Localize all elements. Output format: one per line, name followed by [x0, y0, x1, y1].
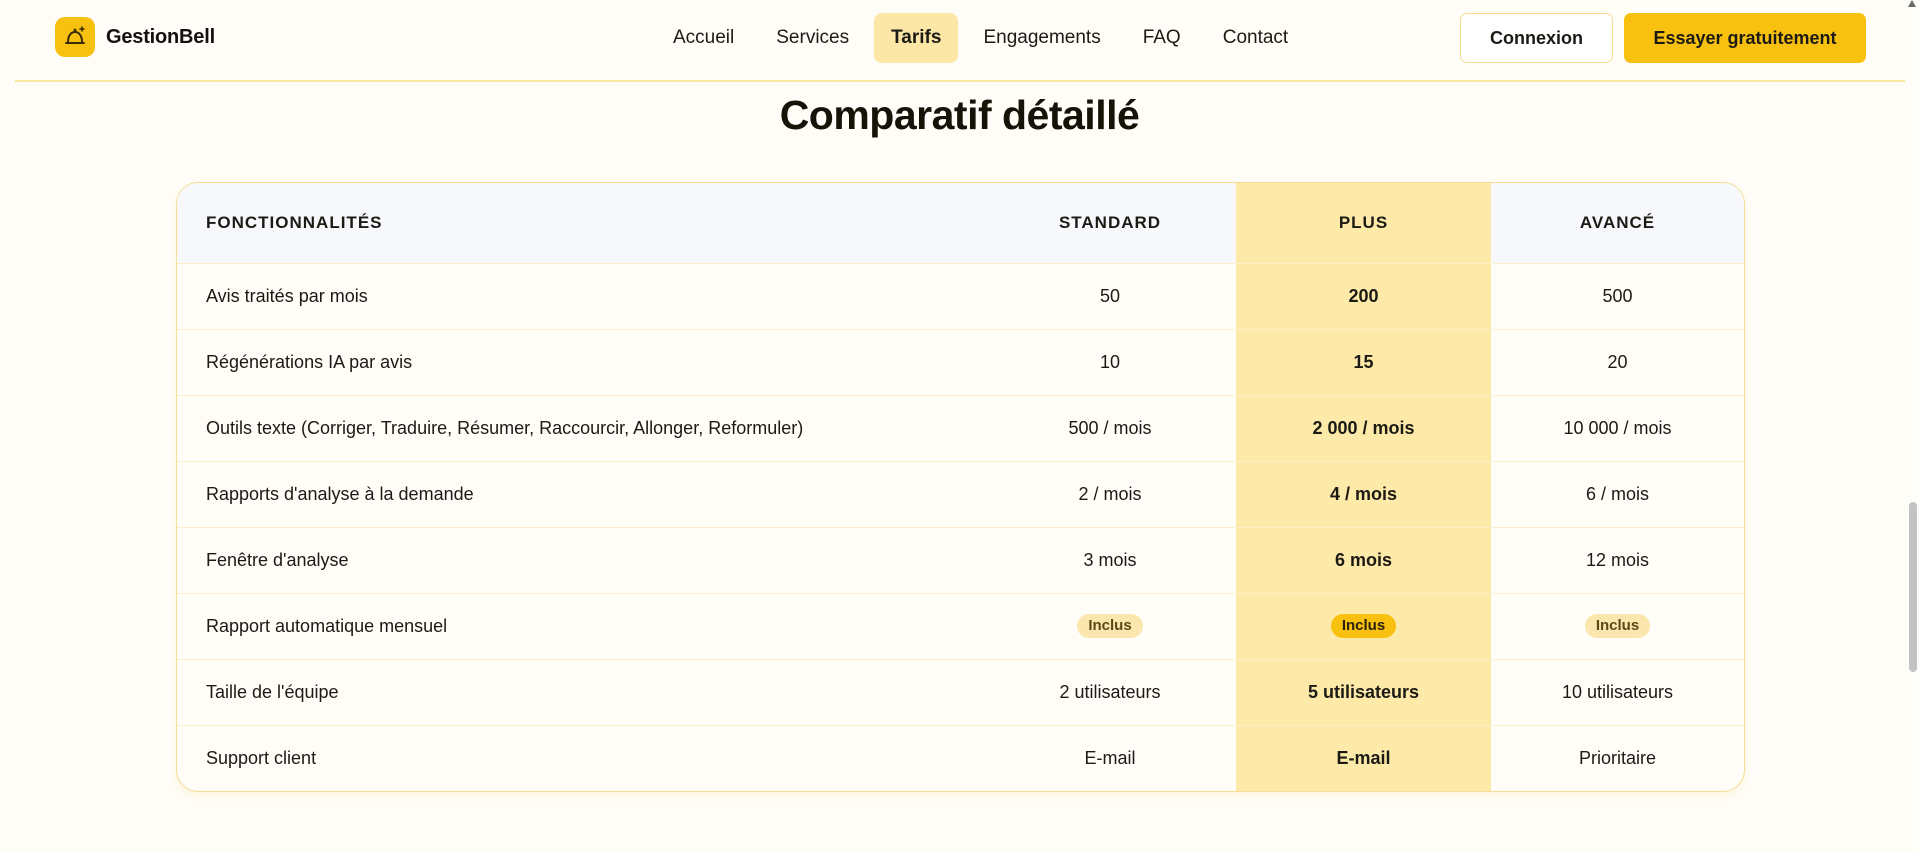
- plus-cell: 15: [1236, 329, 1491, 395]
- feature-cell: Outils texte (Corriger, Traduire, Résume…: [206, 417, 804, 438]
- plus-cell: 200: [1236, 263, 1491, 329]
- feature-cell: Fenêtre d'analyse: [206, 549, 349, 570]
- avance-cell: 10 000 / mois: [1563, 417, 1672, 438]
- avance-cell: Prioritaire: [1578, 747, 1657, 768]
- feature-cell: Support client: [206, 747, 317, 768]
- plus-cell: E-mail: [1236, 725, 1491, 791]
- bell-icon: [55, 17, 95, 57]
- table-row: Rapport automatique mensuel Inclus Inclu…: [177, 593, 1744, 659]
- standard-cell: 2 / mois: [1078, 483, 1142, 504]
- page-scrollbar[interactable]: [1907, 0, 1919, 853]
- standard-cell: E-mail: [1084, 747, 1136, 768]
- header-plus: PLUS: [1236, 183, 1491, 263]
- table-row: Régénérations IA par avis 10 15 20: [177, 329, 1744, 395]
- table-row: Avis traités par mois 50 200 500: [177, 263, 1744, 329]
- feature-cell: Rapports d'analyse à la demande: [206, 483, 474, 504]
- plus-cell: 4 / mois: [1236, 461, 1491, 527]
- header-features: FONCTIONNALITÉS: [206, 212, 383, 232]
- main-nav: Accueil Services Tarifs Engagements FAQ …: [656, 13, 1305, 63]
- header-avance: AVANCÉ: [1579, 212, 1656, 232]
- scroll-up-arrow-icon[interactable]: [1908, 0, 1916, 7]
- table-row: Outils texte (Corriger, Traduire, Résume…: [177, 395, 1744, 461]
- standard-cell: 500 / mois: [1068, 417, 1152, 438]
- nav-engagements[interactable]: Engagements: [966, 13, 1117, 63]
- included-badge: Inclus: [1584, 614, 1651, 638]
- standard-cell: Inclus: [984, 593, 1236, 659]
- avance-cell: 10 utilisateurs: [1561, 681, 1674, 702]
- plus-cell: 5 utilisateurs: [1236, 659, 1491, 725]
- table-header-row: FONCTIONNALITÉS STANDARD PLUS AVANCÉ: [177, 183, 1744, 263]
- table-row: Rapports d'analyse à la demande 2 / mois…: [177, 461, 1744, 527]
- avance-cell: 20: [1607, 351, 1628, 372]
- avance-cell: 12 mois: [1585, 549, 1650, 570]
- included-badge: Inclus: [1077, 614, 1143, 638]
- plus-cell: 6 mois: [1236, 527, 1491, 593]
- brand-name: GestionBell: [106, 25, 215, 48]
- login-button[interactable]: Connexion: [1460, 13, 1613, 63]
- nav-faq[interactable]: FAQ: [1126, 13, 1198, 63]
- plus-cell: 2 000 / mois: [1236, 395, 1491, 461]
- included-badge: Inclus: [1330, 614, 1397, 638]
- comparison-table: FONCTIONNALITÉS STANDARD PLUS AVANCÉ Avi…: [176, 182, 1745, 792]
- free-trial-button[interactable]: Essayer gratuitement: [1624, 13, 1866, 63]
- avance-cell: 6 / mois: [1585, 483, 1650, 504]
- table-row: Support client E-mail E-mail Prioritaire: [177, 725, 1744, 791]
- standard-cell: 10: [1099, 351, 1121, 372]
- nav-tarifs[interactable]: Tarifs: [874, 13, 959, 63]
- site-header: GestionBell Accueil Services Tarifs Enga…: [15, 0, 1905, 82]
- page-title: Comparatif détaillé: [779, 92, 1140, 138]
- header-standard: STANDARD: [1058, 212, 1162, 232]
- nav-accueil[interactable]: Accueil: [656, 13, 751, 63]
- avance-cell: 500: [1602, 285, 1633, 306]
- nav-services[interactable]: Services: [759, 13, 866, 63]
- brand-logo[interactable]: GestionBell: [55, 17, 215, 57]
- avance-cell: Inclus: [1491, 593, 1744, 659]
- table-row: Fenêtre d'analyse 3 mois 6 mois 12 mois: [177, 527, 1744, 593]
- feature-cell: Avis traités par mois: [206, 285, 368, 306]
- plus-cell: Inclus: [1236, 593, 1491, 659]
- feature-cell: Régénérations IA par avis: [206, 351, 413, 372]
- scrollbar-thumb[interactable]: [1909, 502, 1917, 672]
- table-row: Taille de l'équipe 2 utilisateurs 5 util…: [177, 659, 1744, 725]
- standard-cell: 50: [1099, 285, 1121, 306]
- feature-cell: Rapport automatique mensuel: [206, 615, 448, 636]
- feature-cell: Taille de l'équipe: [206, 681, 339, 702]
- standard-cell: 3 mois: [1083, 549, 1137, 570]
- standard-cell: 2 utilisateurs: [1059, 681, 1161, 702]
- nav-contact[interactable]: Contact: [1206, 13, 1305, 63]
